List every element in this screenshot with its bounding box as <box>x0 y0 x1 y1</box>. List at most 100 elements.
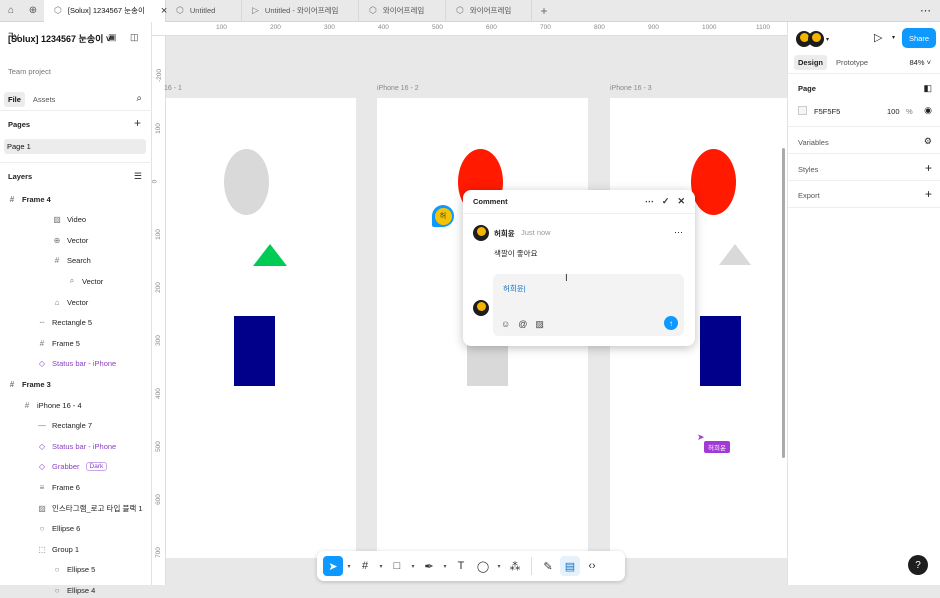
chevron-down-icon[interactable]: ▾ <box>345 563 353 570</box>
rectangle-navy[interactable] <box>700 316 741 386</box>
collapse-layers-icon[interactable]: ☰ <box>134 171 142 182</box>
add-style-button[interactable]: + <box>925 161 932 175</box>
zoom-level[interactable]: 84% ˅ <box>910 58 931 67</box>
help-button[interactable]: ? <box>908 555 928 575</box>
dev-mode-icon[interactable]: ▤ <box>560 556 580 576</box>
layer-item[interactable]: # Search <box>53 253 91 269</box>
layer-item[interactable]: ⌂ Vector <box>53 294 89 310</box>
layer-item[interactable]: ≡ Frame 6 <box>38 479 80 495</box>
chevron-down-icon[interactable]: ▾ <box>826 36 829 47</box>
layer-label: Ellipse 6 <box>52 524 81 534</box>
layer-item[interactable]: ┄ Rectangle 5 <box>38 315 92 331</box>
community-icon[interactable]: ⊕ <box>22 0 44 22</box>
dashed-line-icon: ┄ <box>39 318 45 328</box>
file-title[interactable]: [Solux] 1234567 눈송이 ˅ <box>8 32 159 45</box>
layer-item[interactable]: ◇ Grabber Dark <box>38 459 108 475</box>
tab-file-active[interactable]: ⬡ [Solux] 1234567 눈송이 × <box>44 0 167 22</box>
new-tab-button[interactable]: + <box>532 4 556 18</box>
page-color-value[interactable]: F5F5F5 <box>814 107 840 116</box>
send-button[interactable]: ↑ <box>664 316 678 330</box>
layer-item[interactable]: ○ Ellipse 6 <box>38 521 81 537</box>
share-button[interactable]: Share <box>902 28 936 48</box>
comment-options-icon[interactable]: ⋯ <box>674 227 683 238</box>
layer-item[interactable]: # Frame 4 <box>8 191 51 207</box>
search-icon[interactable]: ⌕ <box>136 93 142 104</box>
vertical-scrollbar[interactable] <box>782 148 785 458</box>
ruler-tick-label: 500 <box>432 24 443 31</box>
rectangle-navy[interactable] <box>234 316 275 386</box>
code-icon[interactable]: ‹› <box>582 556 602 576</box>
tab-prototype[interactable]: Prototype <box>836 58 868 67</box>
add-export-button[interactable]: + <box>925 187 932 201</box>
chevron-down-icon[interactable]: ▾ <box>441 563 449 570</box>
more-icon[interactable]: ⋯ <box>645 196 654 207</box>
ruler-left: -200 100 0 100 200 300 400 500 600 700 <box>152 36 166 585</box>
group-icon: ⬚ <box>38 544 46 554</box>
actions-icon[interactable]: ⁂ <box>505 556 525 576</box>
layer-item[interactable]: ◇ Status bar - iPhone <box>38 438 116 454</box>
chevron-down-icon[interactable]: ▾ <box>377 563 385 570</box>
add-page-button[interactable]: + <box>134 116 141 130</box>
layer-label: Frame 6 <box>52 482 80 492</box>
draw-icon[interactable]: ✎ <box>538 556 558 576</box>
layer-item[interactable]: # Frame 3 <box>8 376 51 392</box>
ellipse-red[interactable] <box>691 149 736 215</box>
bottom-toolbar: ➤ ▾ # ▾ □ ▾ ✒ ▾ T ◯ ▾ ⁂ ✎ ▤ ‹› <box>317 551 625 581</box>
styles-header: Styles <box>798 165 819 174</box>
tab-untitled[interactable]: ⬡ Untitled <box>166 0 242 22</box>
local-styles-icon[interactable]: ◧ <box>923 83 932 94</box>
layer-label: 인스타그램_로고 타입 블랙 1 <box>52 503 143 513</box>
layer-item[interactable]: ○ Ellipse 5 <box>53 562 96 578</box>
triangle-green[interactable] <box>253 244 287 266</box>
tab-wireframe-1[interactable]: ⬡ 와이어프레임 <box>359 0 446 22</box>
layer-item[interactable]: ⌕ Vector <box>68 273 104 289</box>
layer-item[interactable]: ◇ Status bar - iPhone <box>38 356 116 372</box>
comment-pin[interactable]: 허 <box>432 205 454 227</box>
rectangle-tool-icon[interactable]: □ <box>387 556 407 576</box>
tab-file[interactable]: File <box>4 91 25 107</box>
home-icon[interactable]: ⌂ <box>0 0 22 22</box>
comment-tool-icon[interactable]: ◯ <box>473 556 493 576</box>
more-icon[interactable]: ⋯ <box>920 4 932 17</box>
page-item[interactable]: Page 1 <box>4 139 146 154</box>
avatar[interactable] <box>808 31 824 47</box>
layer-item[interactable]: — Rectangle 7 <box>38 418 92 434</box>
canvas[interactable]: 100 200 300 400 500 600 700 800 900 1000 1100 -200… <box>152 22 787 585</box>
close-icon[interactable]: ✕ <box>677 196 685 207</box>
frame-tool-icon[interactable]: # <box>355 556 375 576</box>
resolve-icon[interactable]: ✓ <box>662 196 670 207</box>
reply-input[interactable]: 허희윤| ☺ @ ▨ ↑ <box>493 274 684 336</box>
page-opacity-value[interactable]: 100 <box>887 107 900 116</box>
triangle-gray[interactable] <box>719 244 751 265</box>
text-tool-icon[interactable]: T <box>451 556 471 576</box>
rectangle-gray[interactable] <box>467 344 508 386</box>
present-icon[interactable]: ▷ <box>874 31 882 44</box>
collaborator-label: 허희윤 <box>704 441 730 453</box>
chevron-down-icon[interactable]: ▾ <box>409 563 417 570</box>
chevron-down-icon[interactable]: ▾ <box>495 563 503 570</box>
tab-untitled-wireframe[interactable]: ▷ Untitled - 와이어프레임 <box>242 0 359 22</box>
image-icon[interactable]: ▨ <box>535 319 544 330</box>
layer-item[interactable]: ⊕ Vector <box>53 232 89 248</box>
move-tool-icon[interactable]: ➤ <box>323 556 343 576</box>
ellipse-gray[interactable] <box>224 149 269 215</box>
figma-file-icon: ⬡ <box>54 5 62 15</box>
emoji-icon[interactable]: ☺ <box>501 319 510 330</box>
layer-item[interactable]: ▨ Video <box>53 212 86 228</box>
color-swatch[interactable] <box>798 106 807 115</box>
tab-assets[interactable]: Assets <box>29 92 60 107</box>
tab-design[interactable]: Design <box>794 55 828 70</box>
pen-tool-icon[interactable]: ✒ <box>419 556 439 576</box>
tab-wireframe-2[interactable]: ⬡ 와이어프레임 <box>446 0 532 22</box>
ruler-tick-label: 800 <box>594 24 605 31</box>
layer-item[interactable]: # iPhone 16 - 4 <box>23 397 82 413</box>
layer-item[interactable]: ⬚ Group 1 <box>38 541 79 557</box>
eye-icon[interactable]: ◉ <box>924 105 932 116</box>
chevron-down-icon[interactable]: ▾ <box>892 34 895 41</box>
layer-item[interactable]: # Frame 5 <box>38 335 80 351</box>
mention-icon[interactable]: @ <box>518 319 527 330</box>
ruler-tick-label: 200 <box>270 24 281 31</box>
variables-icon[interactable]: ⚙ <box>924 136 932 147</box>
comment-author: 허희윤 <box>494 229 515 238</box>
layer-item[interactable]: ▨ 인스타그램_로고 타입 블랙 1 <box>38 500 143 516</box>
